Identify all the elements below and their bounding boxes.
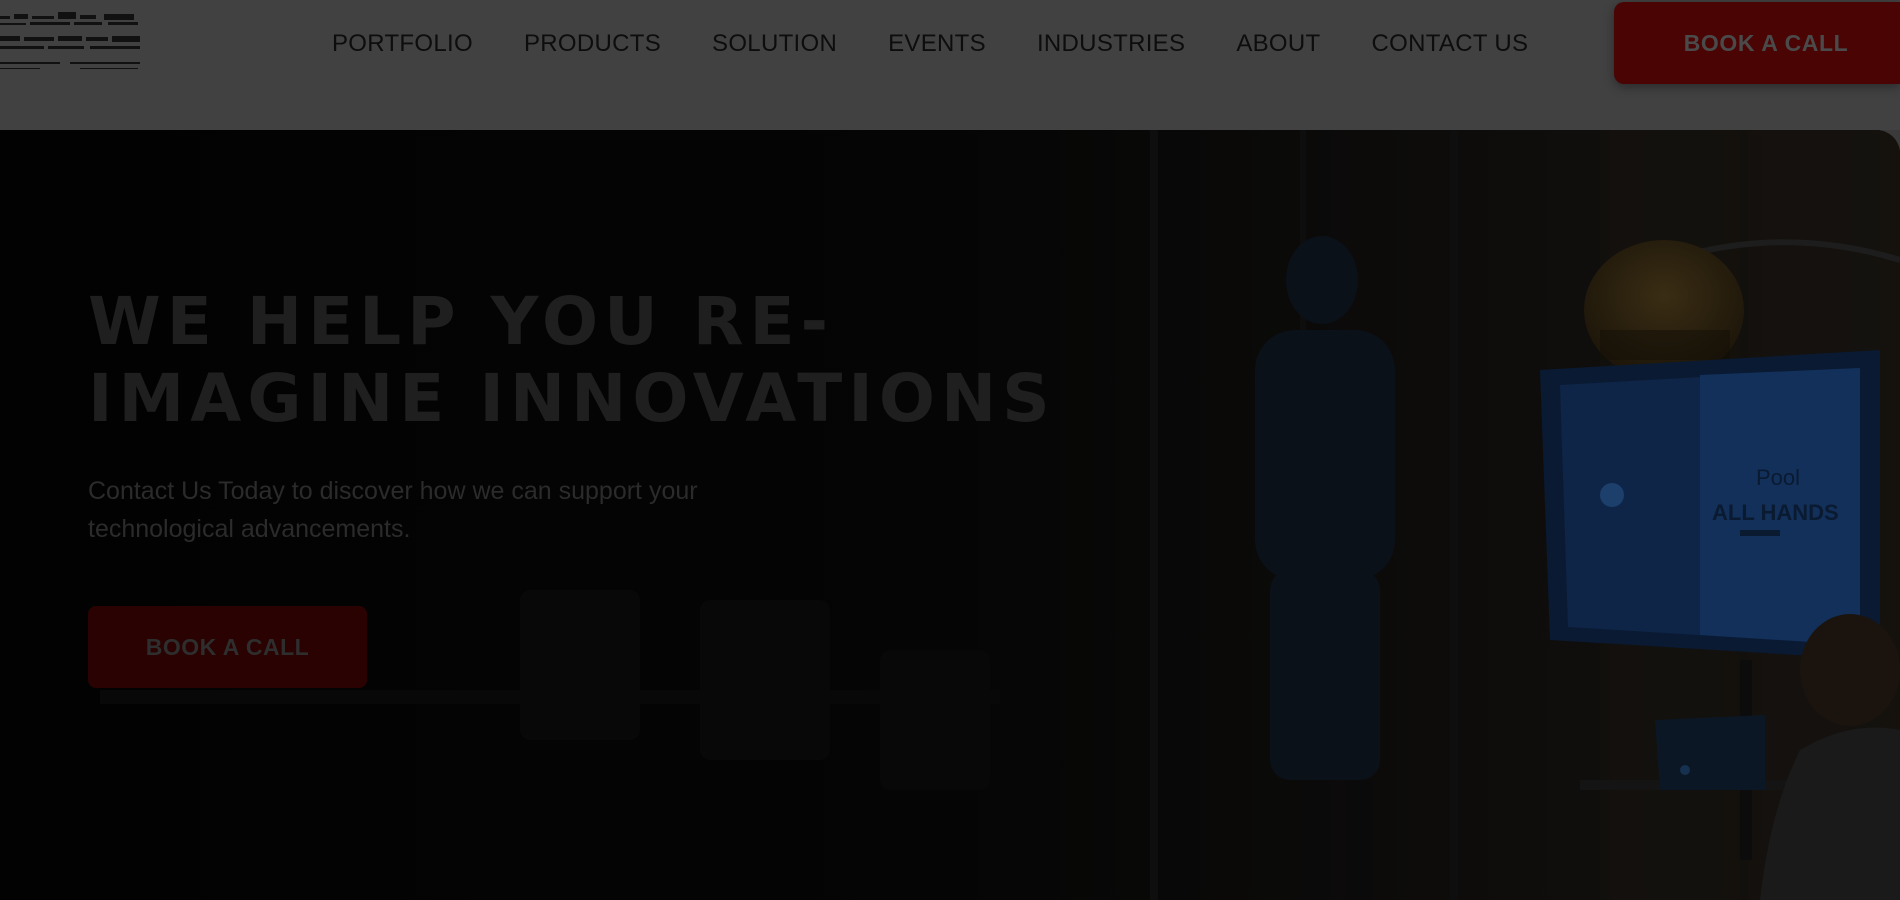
main-nav: PORTFOLIO PRODUCTS SOLUTION EVENTS INDUS… [332,28,1528,60]
hero-subtitle: Contact Us Today to discover how we can … [88,477,698,543]
book-a-call-hero-button[interactable]: BOOK A CALL [88,606,367,688]
nav-item-industries[interactable]: INDUSTRIES [1037,30,1185,58]
tv-screen-text-pool: Pool [1756,465,1800,490]
nav-item-events[interactable]: EVENTS [888,30,986,58]
hero-section: Pool ALL HANDS WE HELP YOU RE-IMAGINE IN… [0,130,1900,900]
book-a-call-header-button[interactable]: BOOK A CALL [1614,2,1900,84]
company-logo-icon[interactable] [0,10,142,76]
hero-title: WE HELP YOU RE-IMAGINE INNOVATIONS [88,283,1056,437]
site-header: PORTFOLIO PRODUCTS SOLUTION EVENTS INDUS… [0,0,1900,130]
nav-item-products[interactable]: PRODUCTS [524,30,661,58]
nav-item-solution[interactable]: SOLUTION [712,30,837,58]
nav-item-portfolio[interactable]: PORTFOLIO [332,30,473,58]
nav-item-about[interactable]: ABOUT [1236,30,1320,58]
tv-screen-text-all-hands: ALL HANDS [1712,500,1839,525]
nav-item-contact-us[interactable]: CONTACT US [1372,30,1529,58]
